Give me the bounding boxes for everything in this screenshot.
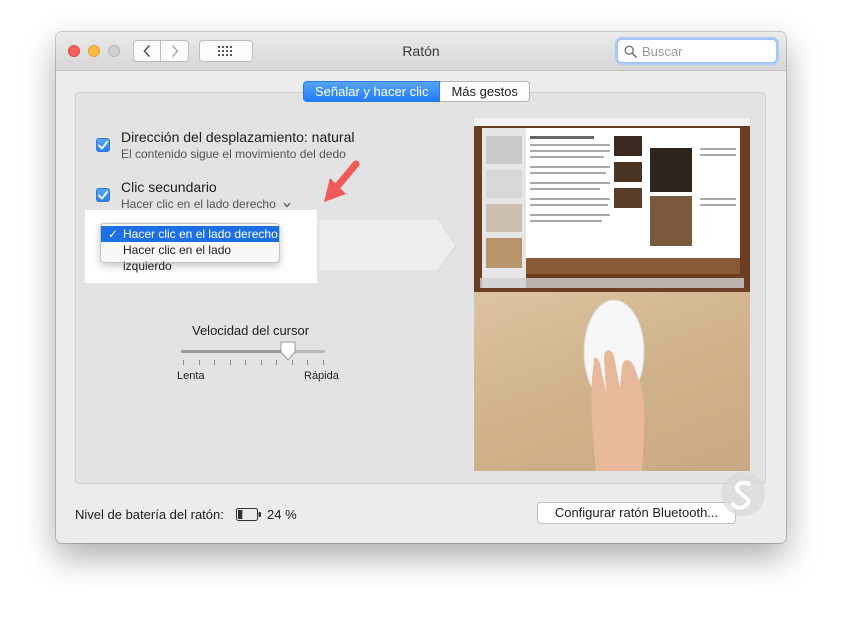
cursor-speed-fill [181,350,288,353]
window-title: Ratón [402,43,440,59]
chevron-right-icon [171,45,179,57]
annotation-arrow-icon [324,160,360,202]
secondary-click-value: Hacer clic en el lado derecho [121,197,276,211]
search-icon [624,44,637,58]
secondary-click-checkbox[interactable] [96,188,110,202]
search-placeholder: Buscar [642,43,683,59]
battery-percent: 24 % [267,507,297,522]
secondary-click-title: Clic secundario [121,179,217,195]
gesture-preview [474,118,750,471]
slider-tick [198,360,200,365]
watermark-logo-icon [721,472,765,516]
navigation-buttons [133,40,189,62]
battery-icon [236,508,261,521]
slider-tick [307,360,309,365]
forward-button[interactable] [161,40,189,62]
preview-screen-image [474,118,750,292]
grid-icon [218,46,232,56]
battery-label: Nivel de batería del ratón: [75,507,224,522]
configure-bluetooth-button[interactable]: Configurar ratón Bluetooth... [537,502,736,524]
tab-bar: Señalar y hacer clic Más gestos [303,81,530,102]
slider-tick [245,360,247,365]
scroll-direction-subtitle: El contenido sigue el movimiento del ded… [121,147,346,161]
slider-tick [260,360,262,365]
slider-tick [229,360,231,365]
scroll-direction-checkbox[interactable] [96,138,110,152]
back-button[interactable] [133,40,161,62]
tab-point-and-click[interactable]: Señalar y hacer clic [303,81,441,102]
zoom-button[interactable] [108,45,120,57]
slow-label: Lenta [177,370,205,382]
menu-item-left-click[interactable]: Hacer clic en el lado izquierdo [101,242,279,273]
preferences-window: Ratón Buscar Señalar y hacer clic Más ge… [56,32,786,543]
secondary-click-menu: ✓ Hacer clic en el lado derecho Hacer cl… [100,223,280,273]
cursor-speed-thumb[interactable] [279,341,297,361]
show-all-button[interactable] [199,40,253,62]
close-button[interactable] [68,45,80,57]
scroll-direction-title: Dirección del desplazamiento: natural [121,129,355,145]
search-field[interactable]: Buscar [617,39,777,63]
callout-pointer [318,219,457,271]
slider-tick [323,360,324,365]
chevron-down-icon [283,202,291,208]
preview-mouse-image [474,292,750,471]
secondary-click-selector[interactable]: Hacer clic en el lado derecho [121,197,291,211]
menu-item-label: Hacer clic en el lado derecho [123,227,278,241]
checkmark-icon [98,140,108,149]
titlebar: Ratón Buscar [56,32,786,71]
slider-tick [214,360,216,365]
slider-tick [183,360,184,365]
cursor-speed-label: Velocidad del cursor [192,323,310,338]
menu-item-right-click[interactable]: ✓ Hacer clic en el lado derecho [101,226,279,242]
checkmark-icon [98,190,108,199]
fast-label: Rápida [304,370,339,382]
chevron-left-icon [143,45,150,57]
minimize-button[interactable] [88,45,100,57]
tab-more-gestures[interactable]: Más gestos [440,81,530,102]
checkmark-icon: ✓ [108,227,119,241]
slider-tick [276,360,278,365]
